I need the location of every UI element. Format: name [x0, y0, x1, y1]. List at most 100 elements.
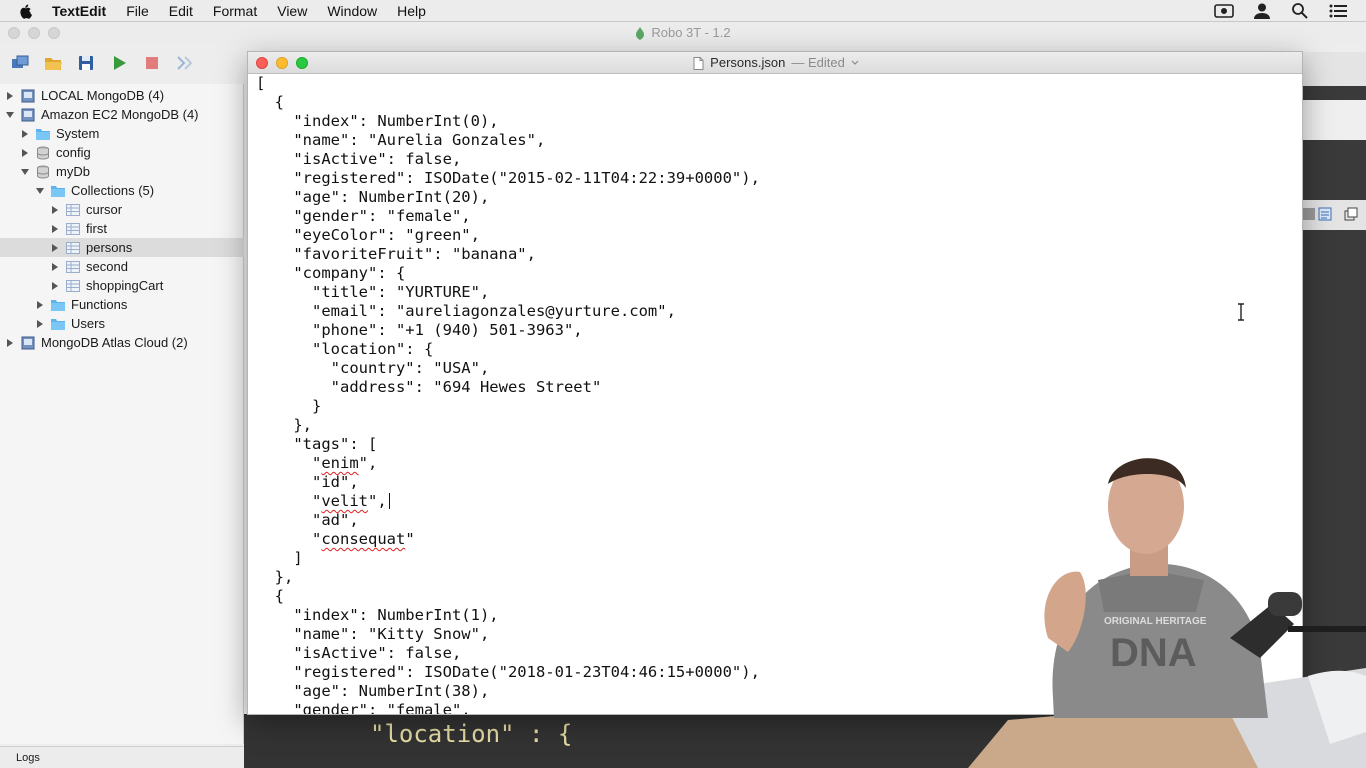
text-line: {: [256, 93, 284, 111]
tree-view-icon[interactable]: [1302, 207, 1316, 221]
text-line: "eyeColor": "green",: [256, 226, 480, 244]
screen-record-icon[interactable]: [1214, 2, 1234, 20]
chevron-right-icon[interactable]: [20, 148, 30, 158]
text-line: "registered": ISODate("2015-02-11T04:22:…: [256, 169, 760, 187]
tree-item-label: System: [56, 126, 100, 141]
tree-item-label: Functions: [71, 297, 128, 312]
tree-item-system[interactable]: System: [0, 124, 244, 143]
tree-item-functions[interactable]: Functions: [0, 295, 244, 314]
text-line: },: [256, 416, 312, 434]
presenter-shirt-text: ORIGINAL HERITAGE: [1104, 616, 1207, 627]
document-icon: [693, 56, 704, 70]
tree-item-mydb[interactable]: myDb: [0, 162, 244, 181]
text-line: "title": "YURTURE",: [256, 283, 490, 301]
menu-window[interactable]: Window: [327, 3, 377, 19]
chevron-right-icon[interactable]: [50, 243, 60, 253]
document-status[interactable]: — Edited: [791, 52, 844, 74]
chevron-right-icon[interactable]: [50, 262, 60, 272]
misspelled-word[interactable]: velit: [321, 492, 368, 510]
menu-edit[interactable]: Edit: [169, 3, 193, 19]
menu-format[interactable]: Format: [213, 3, 257, 19]
stop-button[interactable]: [142, 53, 162, 73]
text-line: [: [256, 74, 266, 92]
textedit-minimize-button[interactable]: [276, 57, 288, 69]
detach-icon[interactable]: [1344, 207, 1358, 221]
tree-item-collections-5[interactable]: Collections (5): [0, 181, 244, 200]
document-filename[interactable]: Persons.json: [710, 52, 785, 74]
tree-item-config[interactable]: config: [0, 143, 244, 162]
tree-item-amazon-ec2-mongodb-4[interactable]: Amazon EC2 MongoDB (4): [0, 105, 244, 124]
text-line: "name": "Aurelia Gonzales",: [256, 131, 546, 149]
open-folder-icon: [45, 58, 62, 70]
text-line: "country": "USA",: [256, 359, 490, 377]
tree-item-cursor[interactable]: cursor: [0, 200, 244, 219]
chevron-right-icon[interactable]: [50, 205, 60, 215]
menu-app-textedit[interactable]: TextEdit: [52, 3, 106, 19]
notification-center-icon[interactable]: [1328, 2, 1348, 20]
spotlight-search-icon[interactable]: [1290, 2, 1310, 20]
chevron-right-icon[interactable]: [50, 224, 60, 234]
text-line: "index": NumberInt(0),: [256, 112, 499, 130]
tree-item-shoppingcart[interactable]: shoppingCart: [0, 276, 244, 295]
menu-view[interactable]: View: [277, 3, 307, 19]
apple-icon[interactable]: [18, 3, 34, 19]
chevron-down-icon[interactable]: [20, 167, 30, 177]
menu-help[interactable]: Help: [397, 3, 426, 19]
open-button[interactable]: [43, 53, 63, 73]
shell-code-line: "location" : {: [370, 720, 573, 748]
save-icon: [79, 56, 93, 70]
shell-button[interactable]: [175, 53, 195, 73]
save-button[interactable]: [76, 53, 96, 73]
connect-icon: [12, 55, 29, 68]
tree-item-label: Users: [71, 316, 105, 331]
chevron-right-icon[interactable]: [5, 338, 15, 348]
chevron-right-icon[interactable]: [20, 129, 30, 139]
text-line: "age": NumberInt(20),: [256, 188, 490, 206]
chevron-right-icon[interactable]: [35, 319, 45, 329]
collection-icon: [66, 241, 80, 254]
collection-icon: [66, 222, 80, 235]
text-line: "gender": "female",: [256, 207, 471, 225]
tree-item-label: second: [86, 259, 128, 274]
user-icon[interactable]: [1252, 2, 1272, 20]
logs-tab[interactable]: Logs: [16, 752, 40, 764]
text-view-icon[interactable]: [1318, 207, 1332, 221]
text-line: "favoriteFruit": "banana",: [256, 245, 536, 263]
tree-item-users[interactable]: Users: [0, 314, 244, 333]
database-icon: [37, 165, 49, 179]
robo3t-title: Robo 3T - 1.2: [651, 25, 731, 40]
tree-item-persons[interactable]: persons: [0, 238, 244, 257]
run-button[interactable]: [109, 53, 129, 73]
chevron-right-icon[interactable]: [5, 91, 15, 101]
chevron-down-icon[interactable]: [851, 60, 859, 66]
tree-item-label: config: [56, 145, 91, 160]
textedit-close-button[interactable]: [256, 57, 268, 69]
chevron-down-icon[interactable]: [35, 186, 45, 196]
chevron-down-icon[interactable]: [5, 110, 15, 120]
tree-item-label: cursor: [86, 202, 123, 217]
text-caret: [388, 493, 390, 509]
tree-item-first[interactable]: first: [0, 219, 244, 238]
robo-close-button[interactable]: [8, 27, 20, 39]
tree-item-label: Amazon EC2 MongoDB (4): [41, 107, 199, 122]
run-icon: [114, 56, 126, 70]
tree-item-second[interactable]: second: [0, 257, 244, 276]
chevron-right-icon[interactable]: [50, 281, 60, 291]
text-line: "location": {: [256, 340, 434, 358]
presenter-video-overlay: ORIGINAL HERITAGE DNA: [968, 458, 1366, 768]
server-icon: [21, 89, 35, 102]
robo-minimize-button[interactable]: [28, 27, 40, 39]
textedit-zoom-button[interactable]: [296, 57, 308, 69]
tree-item-local-mongodb-4[interactable]: LOCAL MongoDB (4): [0, 86, 244, 105]
misspelled-word[interactable]: enim: [321, 454, 358, 472]
text-line: "email": "aureliagonzales@yurture.com",: [256, 302, 676, 320]
robo-zoom-button[interactable]: [48, 27, 60, 39]
menu-file[interactable]: File: [126, 3, 149, 19]
tree-item-label: shoppingCart: [86, 278, 164, 293]
misspelled-word[interactable]: consequat: [321, 530, 405, 548]
tree-item-mongodb-atlas-cloud-2[interactable]: MongoDB Atlas Cloud (2): [0, 333, 244, 352]
connect-button[interactable]: [10, 53, 30, 73]
mongodb-leaf-icon: [636, 26, 645, 40]
folder-icon: [36, 128, 50, 140]
chevron-right-icon[interactable]: [35, 300, 45, 310]
